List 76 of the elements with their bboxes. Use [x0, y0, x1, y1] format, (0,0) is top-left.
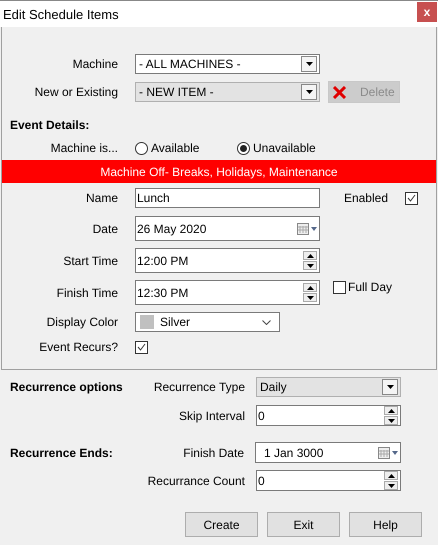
dialog-button[interactable]: Help: [349, 512, 422, 537]
checkbox[interactable]: [135, 340, 148, 354]
field-label: Recurrance Count: [146, 474, 245, 488]
recurrence-type-dropdown[interactable]: Daily: [256, 377, 401, 397]
dropdown-button[interactable]: [382, 379, 398, 395]
dropdown-value: - ALL MACHINES -: [139, 57, 242, 71]
field-label: Machine: [72, 57, 118, 71]
checkmark-icon: [137, 343, 146, 351]
chevron-down-icon: [262, 320, 271, 324]
dropdown-value: Daily: [260, 380, 288, 394]
field-label: Machine is...: [50, 141, 118, 155]
field-label: Date: [92, 222, 118, 236]
radio-dot-icon: [240, 144, 247, 152]
field-value: 12:00 PM: [137, 254, 190, 268]
up-arrow-icon: [306, 254, 314, 258]
spinner[interactable]: [384, 406, 398, 425]
radio-option[interactable]: Unavailable: [237, 141, 337, 155]
date-field[interactable]: 26 May 2020: [135, 216, 320, 241]
machine-dropdown[interactable]: - ALL MACHINES -: [135, 54, 320, 74]
field-value: 0: [258, 474, 266, 488]
down-arrow-icon: [386, 385, 394, 389]
checkmark-icon: [407, 194, 416, 202]
section-heading: Recurrence options: [9, 380, 124, 394]
down-arrow-icon: [306, 264, 314, 268]
checkbox[interactable]: [333, 280, 346, 294]
down-arrow-icon: [388, 418, 394, 422]
spinner[interactable]: [303, 251, 317, 270]
date-field[interactable]: 1 Jan 3000: [255, 442, 401, 463]
down-arrow-icon: [306, 296, 314, 300]
up-arrow-icon: [388, 474, 394, 478]
dropdown-button[interactable]: [301, 56, 317, 72]
name-field[interactable]: Lunch: [135, 188, 320, 208]
up-arrow-icon: [306, 286, 314, 290]
section-heading: Recurrence Ends:: [9, 446, 114, 460]
field-label: Start Time: [62, 254, 118, 268]
field-value: 0: [258, 408, 266, 422]
status-banner: Machine Off- Breaks, Holidays, Maintenance: [2, 160, 436, 183]
field-value: 12:30 PM: [137, 286, 190, 300]
field-label: Recurrence Type: [152, 380, 245, 394]
close-icon: [333, 86, 346, 98]
field-label: Finish Date: [182, 446, 244, 460]
time-field[interactable]: 12:00 PM: [135, 248, 320, 273]
section-heading: Event Details:: [9, 118, 90, 132]
field-label: Enabled: [342, 191, 388, 205]
field-label: Skip Interval: [178, 408, 245, 422]
calendar-icon[interactable]: [378, 446, 398, 458]
spinner[interactable]: [303, 283, 317, 302]
checkbox-label: Full Day: [348, 280, 392, 294]
dialog-button[interactable]: Exit: [267, 512, 340, 537]
radio-option[interactable]: Available: [135, 141, 237, 155]
dialog-button[interactable]: Create: [185, 512, 258, 537]
close-button[interactable]: x: [417, 2, 437, 22]
color-dropdown[interactable]: Silver: [135, 312, 280, 332]
down-arrow-icon: [306, 62, 312, 66]
dropdown-value: - NEW ITEM -: [139, 85, 215, 99]
time-field[interactable]: 12:30 PM: [135, 280, 320, 305]
field-value: 26 May 2020: [137, 222, 208, 236]
field-label: Name: [84, 191, 118, 205]
field-label: Finish Time: [56, 286, 118, 300]
radio-button[interactable]: [237, 142, 250, 154]
spinner[interactable]: [384, 471, 398, 490]
field-value: Lunch: [137, 191, 171, 205]
field-value: 1 Jan 3000: [264, 446, 324, 460]
window-title: Edit Schedule Items: [3, 6, 119, 22]
number-field[interactable]: 0: [256, 470, 401, 491]
checkbox[interactable]: [405, 192, 418, 204]
field-label: Display Color: [46, 315, 118, 329]
field-label: New or Existing: [34, 85, 118, 99]
field-label: Event Recurs?: [38, 340, 118, 354]
calendar-icon[interactable]: [297, 222, 317, 234]
number-field[interactable]: 0: [256, 405, 401, 426]
radio-button[interactable]: [135, 142, 148, 154]
dropdown-value: Silver: [160, 315, 192, 329]
up-arrow-icon: [388, 408, 394, 412]
down-arrow-icon: [388, 484, 394, 488]
down-arrow-icon: [306, 90, 312, 94]
